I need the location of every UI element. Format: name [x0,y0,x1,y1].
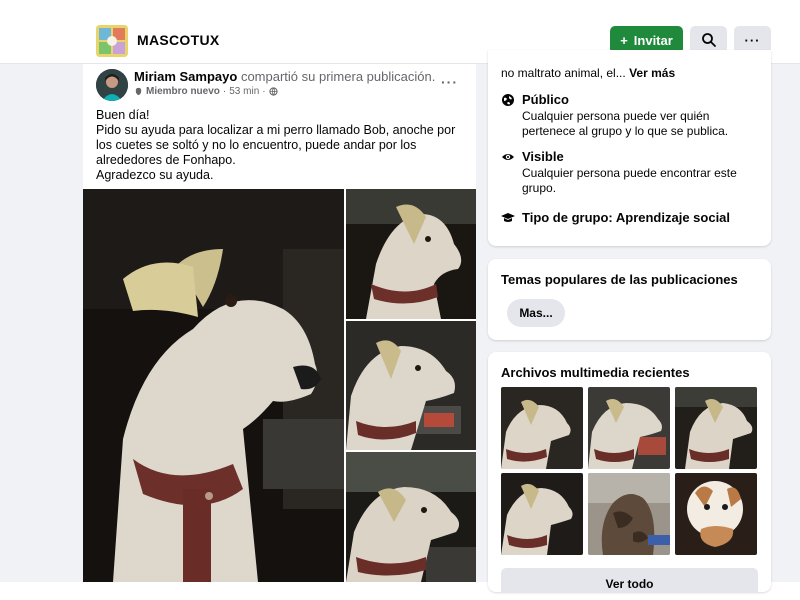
about-description: no maltrato animal, el... Ver más [501,66,675,80]
media-thumbnail[interactable] [501,387,583,469]
about-card: no maltrato animal, el... Ver más Públic… [488,50,771,246]
globe-icon [501,93,515,107]
eye-icon [501,150,515,164]
media-thumbnail[interactable] [588,387,670,469]
group-name[interactable]: MASCOTUX [137,32,220,48]
visibility-description: Cualquier persona puede encontrar este g… [522,166,737,195]
post-photo-main[interactable] [83,189,344,582]
graduation-cap-icon [501,211,515,225]
globe-icon [268,87,278,96]
post-text-line: Pido su ayuda para localizar a mi perro … [96,123,456,137]
privacy-row: Público Cualquier persona puede ver quié… [501,92,761,138]
post-time[interactable]: 53 min [229,86,259,97]
plus-icon: + [620,32,628,48]
group-thumbnail[interactable] [96,25,128,57]
invite-button-label: Invitar [633,32,673,48]
post-photo-1[interactable] [346,189,476,319]
post-options-button[interactable]: ··· [441,74,458,90]
separator-dot: · [262,86,266,97]
visibility-row: Visible Cualquier persona puede encontra… [501,149,761,195]
avatar[interactable] [96,69,128,101]
media-thumbnail[interactable] [588,473,670,555]
post-author-name[interactable]: Miriam Sampayo [134,69,237,84]
post-photo-3[interactable] [346,452,476,582]
see-all-media-button[interactable]: Ver todo [501,568,758,592]
post-photo-2[interactable] [346,321,476,450]
post-meta: Miembro nuevo · 53 min · [134,86,278,97]
privacy-description: Cualquier persona puede ver quién perten… [522,109,729,138]
privacy-title: Público [522,92,569,107]
search-icon [701,32,717,48]
recent-media-card: Archivos multimedia recientes Ver todo [488,352,771,592]
post-author-line: Miriam Sampayo compartió su primera publ… [134,69,435,84]
post-card: Miriam Sampayo compartió su primera publ… [83,64,476,582]
separator-dot: · [222,86,227,97]
group-type-row: Tipo de grupo: Aprendizaje social [501,210,761,230]
visibility-title: Visible [522,149,564,164]
about-description-text: no maltrato animal, el... [501,66,626,80]
post-text-line: Buen día! [96,108,150,122]
media-thumbnail[interactable] [501,473,583,555]
recent-media-title: Archivos multimedia recientes [501,365,690,380]
media-thumbnail[interactable] [675,473,757,555]
post-text: Buen día! Pido su ayuda para localizar a… [96,108,466,183]
new-member-badge: Miembro nuevo [146,86,220,97]
popular-topics-title: Temas populares de las publicaciones [501,272,738,287]
post-text-line: los cuetes se soltó y no lo encuentro, p… [96,138,417,152]
new-member-icon [134,87,143,96]
topics-more-chip[interactable]: Mas... [507,299,565,327]
post-action-text: compartió su primera publicación. [240,69,436,84]
media-thumbnail[interactable] [675,387,757,469]
see-more-link[interactable]: Ver más [629,66,675,80]
post-text-line: alrededores de Fonhapo. [96,153,236,167]
group-type-title: Tipo de grupo: Aprendizaje social [522,210,731,225]
post-text-line: Agradezco su ayuda. [96,168,214,182]
more-dots-icon: ··· [744,32,761,48]
popular-topics-card: Temas populares de las publicaciones Mas… [488,259,771,340]
